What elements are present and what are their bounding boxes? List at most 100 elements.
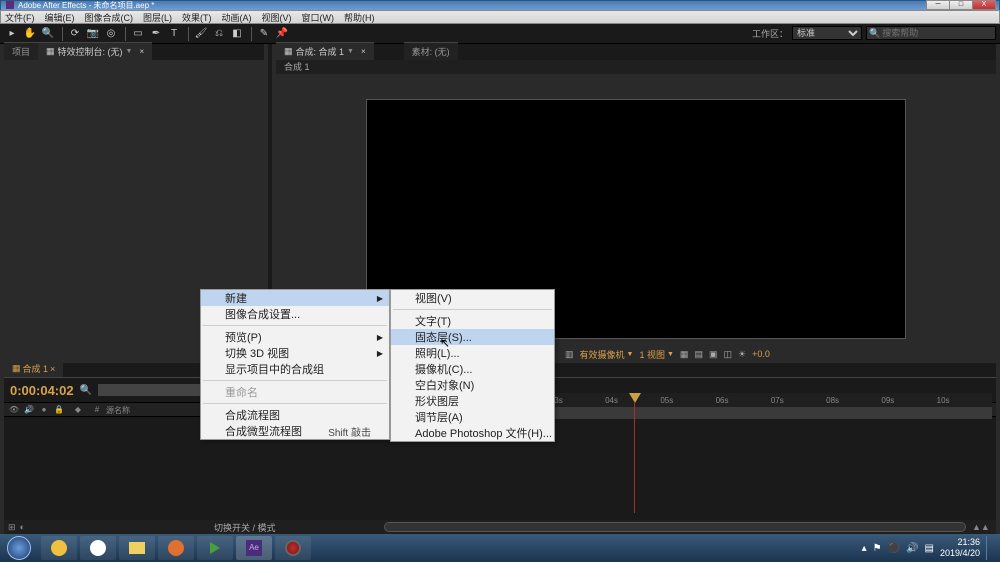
time-scrollbar[interactable]	[384, 522, 966, 532]
windows-orb-icon	[7, 536, 31, 560]
time-tick: 05s	[660, 396, 715, 405]
zoom-slider[interactable]: ▲▲	[972, 522, 992, 532]
mask-toggle-icon[interactable]: ▥	[565, 349, 574, 360]
menu-animation[interactable]: 动画(A)	[222, 11, 252, 24]
pin-ie-icon[interactable]	[41, 536, 77, 560]
expand-icon[interactable]: ⊞	[8, 522, 16, 533]
pin-ae-icon[interactable]: Ae	[236, 536, 272, 560]
ctx-switch-3d[interactable]: 切换 3D 视图▶	[201, 345, 389, 361]
ctx-new-solid[interactable]: 固态层(S)...	[391, 329, 554, 345]
menu-layer[interactable]: 图层(L)	[143, 11, 172, 24]
tray-flag-icon[interactable]: ⚑	[873, 543, 882, 554]
pin-qq-icon[interactable]	[80, 536, 116, 560]
pin-explorer-icon[interactable]	[119, 536, 155, 560]
ctx-rename: 重命名	[201, 384, 389, 400]
video-col-icon[interactable]: 👁	[8, 405, 20, 415]
ctx-flowchart[interactable]: 合成流程图	[201, 407, 389, 423]
fast-preview-icon[interactable]: ▤	[694, 349, 703, 360]
timeline-tab-comp1[interactable]: ▦合成 1×	[4, 360, 63, 377]
lock-col-icon[interactable]: 🔒	[53, 405, 65, 415]
ctx-preview[interactable]: 预览(P)▶	[201, 329, 389, 345]
ctx-mini-flowchart[interactable]: 合成微型流程图Shift 敲击	[201, 423, 389, 439]
tab-effect-controls[interactable]: ▦特效控制台: (无)▼×	[38, 42, 152, 60]
pan-behind-tool-icon[interactable]: ◎	[103, 26, 119, 42]
menu-help[interactable]: 帮助(H)	[344, 11, 375, 24]
start-button[interactable]	[0, 534, 38, 562]
zoom-tool-icon[interactable]: 🔍	[40, 26, 56, 42]
pin-record-icon[interactable]	[275, 536, 311, 560]
menu-file[interactable]: 文件(F)	[5, 11, 35, 24]
tray-network-icon[interactable]: ⚫	[888, 543, 900, 554]
tray-up-icon[interactable]: ▴	[862, 543, 867, 554]
toggle-icon[interactable]: ◐	[20, 522, 25, 532]
switch-mode-toggle[interactable]: 切换开关 / 模式	[214, 521, 276, 534]
time-tick: 07s	[771, 396, 826, 405]
puppet-tool-icon[interactable]: 📌	[274, 26, 290, 42]
comp-flow-icon[interactable]: ◫	[723, 349, 732, 360]
tray-volume-icon[interactable]: 🔊	[906, 543, 918, 554]
ctx-new-adjustment[interactable]: 调节层(A)	[391, 409, 554, 425]
ctx-new-photoshop[interactable]: Adobe Photoshop 文件(H)...	[391, 425, 554, 441]
clone-tool-icon[interactable]: ⎌	[211, 26, 227, 42]
ctx-new-null[interactable]: 空白对象(N)	[391, 377, 554, 393]
rect-tool-icon[interactable]: ▭	[130, 26, 146, 42]
pin-firefox-icon[interactable]	[158, 536, 194, 560]
menu-window[interactable]: 窗口(W)	[302, 11, 335, 24]
menu-effect[interactable]: 效果(T)	[182, 11, 212, 24]
text-tool-icon[interactable]: T	[166, 26, 182, 42]
ctx-new-shape[interactable]: 形状图层	[391, 393, 554, 409]
maximize-button[interactable]: □	[949, 0, 973, 10]
brush-tool-icon[interactable]: 🖌	[193, 26, 209, 42]
workspace-select[interactable]: 标准	[792, 26, 862, 40]
label-col-icon[interactable]: ◆	[68, 405, 88, 415]
show-desktop-button[interactable]	[986, 536, 994, 560]
ctx-new[interactable]: 新建▶	[201, 290, 389, 306]
audio-col-icon[interactable]: 🔊	[23, 405, 35, 415]
selection-tool-icon[interactable]: ▸	[4, 26, 20, 42]
rotate-tool-icon[interactable]: ⟳	[67, 26, 83, 42]
tab-project[interactable]: 项目	[4, 42, 38, 60]
view-layout-select[interactable]: 1 视图▼	[639, 348, 673, 361]
roto-tool-icon[interactable]: ✎	[256, 26, 272, 42]
num-col: #	[91, 405, 103, 415]
tool-sep	[251, 27, 252, 41]
solo-col-icon[interactable]: ●	[38, 405, 50, 415]
source-name-col[interactable]: 源名称	[106, 405, 186, 415]
ctx-sep	[393, 309, 552, 310]
tool-sep	[125, 27, 126, 41]
hand-tool-icon[interactable]: ✋	[22, 26, 38, 42]
pin-play-icon[interactable]	[197, 536, 233, 560]
reset-exposure-icon[interactable]: ☀	[738, 349, 746, 360]
ctx-new-text[interactable]: 文字(T)	[391, 313, 554, 329]
context-menu-new: 视图(V) 文字(T) 固态层(S)... 照明(L)... 摄像机(C)...…	[390, 289, 555, 442]
help-search-input[interactable]	[882, 28, 992, 38]
active-camera-select[interactable]: 有效摄像机▼	[580, 348, 634, 361]
ctx-new-viewer[interactable]: 视图(V)	[391, 290, 554, 306]
timeline-icon[interactable]: ▣	[709, 349, 718, 360]
pen-tool-icon[interactable]: ✒	[148, 26, 164, 42]
tray-ime-icon[interactable]: ▤	[925, 543, 934, 554]
help-search[interactable]: 🔍	[866, 26, 996, 40]
pixel-aspect-icon[interactable]: ▦	[680, 349, 689, 360]
current-timecode[interactable]: 0:00:04:02	[10, 383, 74, 398]
close-tab-icon[interactable]: ×	[361, 47, 366, 56]
menu-composition[interactable]: 图像合成(C)	[85, 11, 134, 24]
exposure-value[interactable]: +0.0	[752, 349, 770, 359]
eraser-tool-icon[interactable]: ◧	[229, 26, 245, 42]
close-tab-icon[interactable]: ×	[50, 364, 55, 374]
ctx-new-light[interactable]: 照明(L)...	[391, 345, 554, 361]
menu-edit[interactable]: 编辑(E)	[45, 11, 75, 24]
comp-subheader: 合成 1	[276, 60, 996, 74]
close-tab-icon[interactable]: ×	[139, 47, 144, 56]
minimize-button[interactable]: ─	[926, 0, 950, 10]
tab-composition[interactable]: ▦合成: 合成 1▼×	[276, 42, 374, 60]
camera-tool-icon[interactable]: 📷	[85, 26, 101, 42]
close-button[interactable]: X	[972, 0, 996, 10]
chevron-down-icon: ▼	[347, 48, 354, 55]
tray-clock[interactable]: 21:36 2019/4/20	[940, 537, 980, 559]
ctx-comp-settings[interactable]: 图像合成设置...	[201, 306, 389, 322]
tab-footage[interactable]: 素材: (无)	[404, 42, 458, 60]
ctx-new-camera[interactable]: 摄像机(C)...	[391, 361, 554, 377]
ctx-reveal-comp[interactable]: 显示项目中的合成组	[201, 361, 389, 377]
menu-view[interactable]: 视图(V)	[262, 11, 292, 24]
